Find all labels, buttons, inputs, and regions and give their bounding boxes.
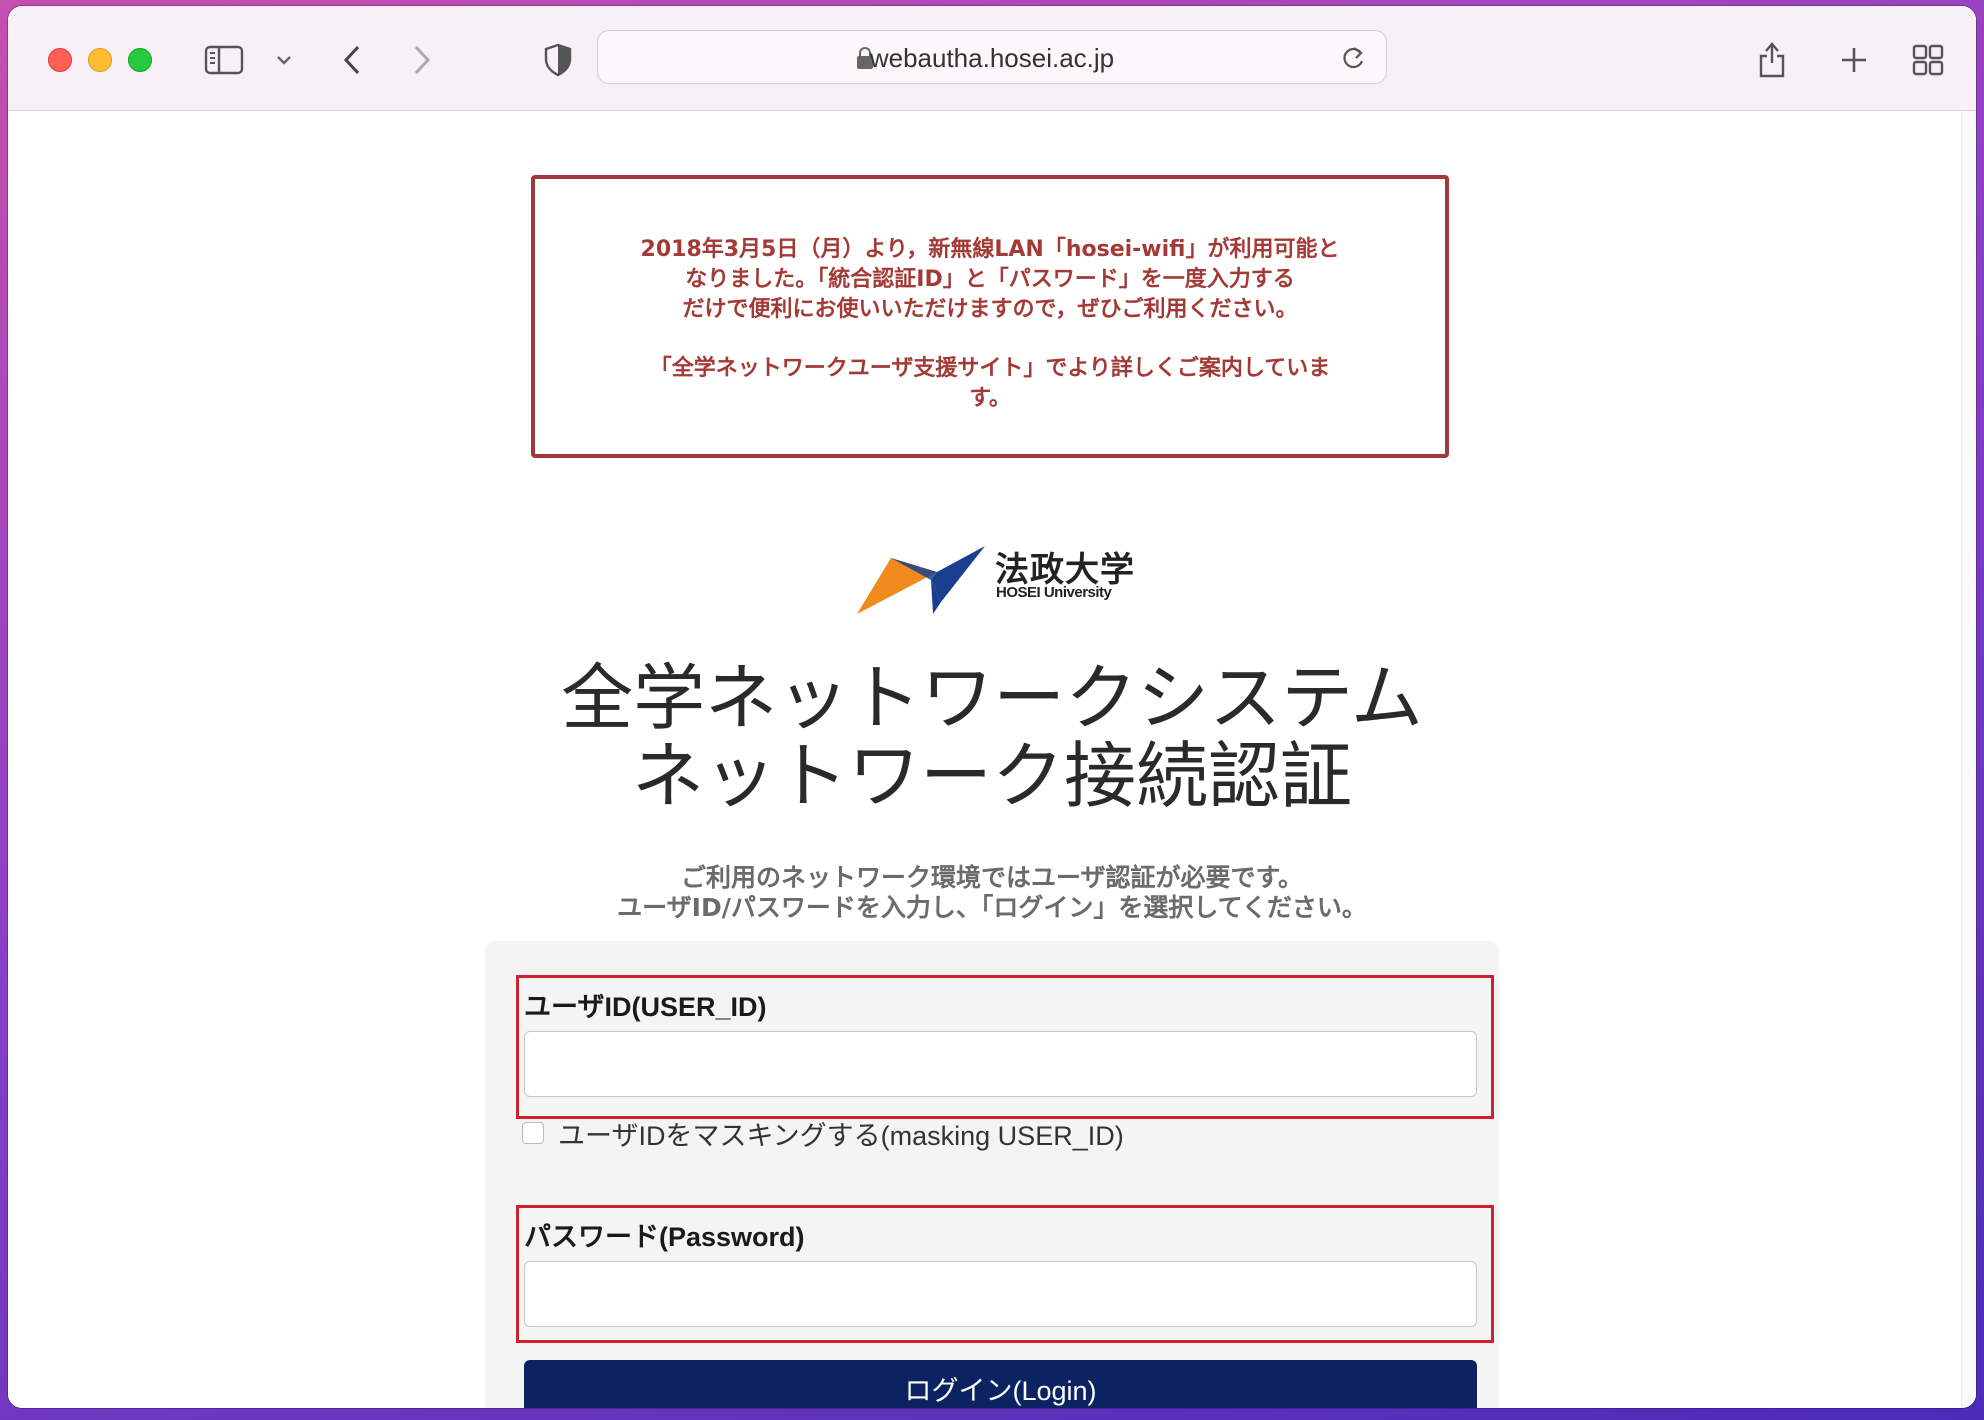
instructions-line-2: ユーザID/パスワードを入力し、「ログイン」を選択してください。: [617, 893, 1367, 922]
mask-user-id-option[interactable]: ユーザIDをマスキングする(masking USER_ID): [522, 1113, 1124, 1153]
notice-line: なりました。「統合認証ID」と「パスワード」を一度入力する: [685, 267, 1295, 292]
notice-line: す。: [969, 386, 1011, 411]
notice-paragraph-1: 2018年3月5日（月）より，新無線LAN「hosei-wifi」が利用可能と …: [575, 235, 1405, 325]
logo-mark-icon: [857, 546, 985, 614]
tab-overview-icon[interactable]: [1910, 40, 1946, 80]
user-id-input[interactable]: [524, 1031, 1477, 1097]
user-id-label: ユーザID(USER_ID): [524, 992, 767, 1022]
privacy-shield-icon[interactable]: [540, 40, 576, 80]
back-icon[interactable]: [334, 40, 370, 80]
browser-window: webautha.hosei.ac.jp 2018年3月5日（月）より，新無線L…: [8, 6, 1976, 1408]
share-icon[interactable]: [1754, 40, 1790, 80]
close-window-button[interactable]: [48, 48, 72, 72]
chevron-down-icon[interactable]: [272, 40, 296, 80]
sidebar-icon[interactable]: [202, 40, 246, 80]
login-button[interactable]: ログイン(Login): [524, 1360, 1477, 1408]
password-label: パスワード(Password): [524, 1222, 805, 1252]
page-scrollbar[interactable]: [1961, 111, 1976, 1408]
new-tab-icon[interactable]: [1836, 40, 1872, 80]
instructions-line-1: ご利用のネットワーク環境ではユーザ認証が必要です。: [680, 863, 1303, 892]
page-title-line-2: ネットワーク接続認証: [631, 734, 1352, 818]
notice-line: 2018年3月5日（月）より，新無線LAN「hosei-wifi」が利用可能と: [640, 237, 1340, 262]
mask-user-id-label[interactable]: ユーザIDをマスキングする(masking USER_ID): [558, 1114, 1124, 1153]
page-content: 2018年3月5日（月）より，新無線LAN「hosei-wifi」が利用可能と …: [8, 111, 1976, 1408]
notice-paragraph-2: 「全学ネットワークユーザ支援サイト」でより詳しくご案内していま す。: [575, 354, 1405, 414]
notice-line: 「全学ネットワークユーザ支援サイト」でより詳しくご案内していま: [649, 356, 1331, 381]
mask-user-id-checkbox[interactable]: [522, 1122, 544, 1144]
reload-icon[interactable]: [1340, 44, 1366, 76]
minimize-window-button[interactable]: [88, 48, 112, 72]
notice-line: だけで便利にお使いいただけますので，ぜひご利用ください。: [682, 297, 1298, 322]
url-text: webautha.hosei.ac.jp: [869, 43, 1115, 73]
logo-name-en: HOSEI University: [996, 584, 1112, 601]
notice-box: 2018年3月5日（月）より，新無線LAN「hosei-wifi」が利用可能と …: [531, 175, 1449, 458]
browser-toolbar: webautha.hosei.ac.jp: [8, 6, 1976, 111]
address-bar[interactable]: webautha.hosei.ac.jp: [597, 30, 1387, 84]
forward-icon[interactable]: [404, 40, 440, 80]
page-title-line-1: 全学ネットワークシステム: [561, 656, 1423, 740]
university-logo: 法政大学 HOSEI University: [853, 536, 1143, 616]
zoom-window-button[interactable]: [128, 48, 152, 72]
password-input[interactable]: [524, 1261, 1477, 1327]
